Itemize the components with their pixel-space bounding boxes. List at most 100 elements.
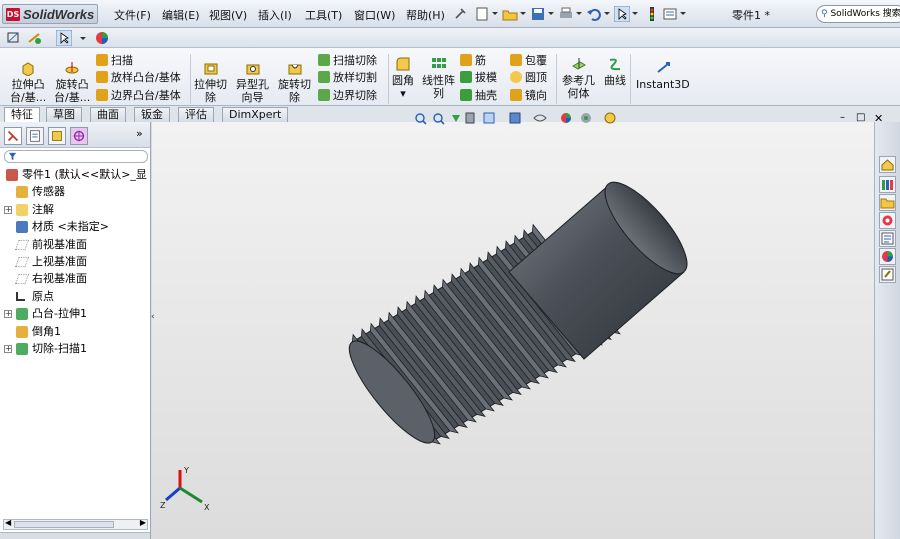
tree-item[interactable]: + 凸台-拉伸1	[2, 305, 150, 322]
rebuild-icon[interactable]	[644, 6, 660, 22]
dome-button[interactable]: 圆顶	[510, 70, 547, 86]
hide-show-items-icon[interactable]	[533, 114, 547, 122]
file-explorer-button[interactable]	[879, 194, 896, 211]
open-dropdown-icon[interactable]	[520, 12, 526, 15]
solidworks-logo[interactable]: DS SolidWorks	[2, 4, 98, 24]
smart-dimension-icon[interactable]	[26, 30, 42, 46]
feature-manager-tab-icon[interactable]	[4, 127, 22, 145]
revolve-cut-button[interactable]: 旋转切 除	[278, 60, 311, 104]
tree-item[interactable]: 倒角1	[2, 323, 150, 340]
loft-cut-button[interactable]: 放样切割	[318, 70, 377, 86]
curves-button[interactable]: 曲线	[604, 56, 626, 87]
extrude-cut-icon	[204, 63, 217, 75]
previous-view-icon[interactable]	[452, 115, 460, 122]
menu-view[interactable]: 视图(V)	[209, 7, 247, 23]
tree-item[interactable]: 原点	[2, 288, 150, 305]
sketch-icon[interactable]	[6, 30, 22, 46]
menu-window[interactable]: 窗口(W)	[354, 7, 395, 23]
configuration-manager-tab-icon[interactable]	[48, 127, 66, 145]
tab-evaluate[interactable]: 评估	[178, 107, 214, 122]
tab-dimxpert[interactable]: DimXpert	[222, 107, 289, 122]
expand-toggle-icon[interactable]: +	[4, 205, 12, 214]
search-icon: ⚲	[821, 9, 828, 19]
fillet-button[interactable]: 圆角 ▾	[392, 56, 414, 100]
scroll-left-icon[interactable]: ◀	[5, 518, 11, 527]
tree-item[interactable]: 前视基准面	[2, 236, 150, 253]
revolve-boss-button[interactable]: 旋转凸 台/基...	[54, 60, 90, 104]
tree-item[interactable]: 零件1 (默认<<默认>_显	[2, 166, 150, 183]
tree-item[interactable]: + 注解	[2, 201, 150, 218]
options-dropdown-icon[interactable]	[680, 12, 686, 15]
menu-file[interactable]: 文件(F)	[114, 7, 151, 23]
menu-tools[interactable]: 工具(T)	[305, 7, 342, 23]
graphics-area[interactable]: – □ ✕ ‹ Y Z X	[151, 112, 883, 539]
print-icon[interactable]	[558, 6, 574, 22]
tree-item[interactable]: 右视基准面	[2, 270, 150, 287]
sweep-cut-button[interactable]: 扫描切除	[318, 53, 377, 69]
scrollbar-thumb[interactable]	[14, 521, 114, 528]
search-results-button[interactable]	[879, 212, 896, 229]
extrude-boss-button[interactable]: 拉伸凸 台/基...	[10, 60, 46, 104]
property-manager-tab-icon[interactable]	[26, 127, 44, 145]
tree-filter-input[interactable]	[4, 150, 148, 163]
wrap-label: 包覆	[525, 54, 547, 67]
tab-features[interactable]: 特征	[4, 107, 40, 122]
menu-insert[interactable]: 插入(I)	[258, 7, 292, 23]
shell-button[interactable]: 抽壳	[460, 88, 497, 104]
hole-wizard-button[interactable]: 异型孔 向导	[236, 60, 269, 104]
expand-toggle-icon[interactable]: +	[4, 344, 12, 353]
solidworks-resources-button[interactable]	[879, 156, 896, 173]
tab-sheet-metal[interactable]: 钣金	[134, 107, 170, 122]
wrap-button[interactable]: 包覆	[510, 53, 547, 69]
tab-surfaces[interactable]: 曲面	[90, 107, 126, 122]
linear-pattern-button[interactable]: 线性阵 列	[422, 56, 455, 100]
new-document-icon[interactable]	[474, 6, 490, 22]
search-input[interactable]: ⚲ SolidWorks 搜索	[816, 5, 900, 23]
expand-panel-icon[interactable]: »	[136, 127, 143, 140]
appearances-icon	[882, 251, 893, 262]
select-tool-dropdown-icon[interactable]	[80, 37, 86, 40]
threaded-shaft-model[interactable]	[152, 122, 874, 539]
new-dropdown-icon[interactable]	[492, 12, 498, 15]
save-icon[interactable]	[530, 6, 546, 22]
sweep-button[interactable]: 扫描	[96, 53, 133, 69]
design-library-button[interactable]	[879, 176, 896, 193]
fillet-dropdown-icon[interactable]: ▾	[400, 87, 406, 100]
horizontal-scrollbar[interactable]: ◀ ▶	[3, 518, 148, 530]
document-title: 零件1 *	[732, 9, 770, 22]
custom-properties-button[interactable]	[879, 266, 896, 283]
loft-boss-button[interactable]: 放样凸台/基体	[96, 70, 181, 86]
appearance-icon[interactable]	[94, 30, 110, 46]
rib-button[interactable]: 筋	[460, 53, 486, 69]
appearances-button[interactable]	[879, 248, 896, 265]
scroll-right-icon[interactable]: ▶	[140, 518, 146, 527]
mirror-button[interactable]: 镜向	[510, 88, 547, 104]
pin-icon[interactable]	[452, 6, 468, 22]
select-dropdown-icon[interactable]	[632, 12, 638, 15]
reference-geometry-button[interactable]: 参考几 何体	[562, 56, 595, 100]
menu-help[interactable]: 帮助(H)	[406, 7, 445, 23]
undo-icon[interactable]	[586, 6, 602, 22]
select-cursor-icon[interactable]	[614, 6, 630, 22]
expand-toggle-icon[interactable]: +	[4, 310, 12, 319]
save-dropdown-icon[interactable]	[548, 12, 554, 15]
select-tool-icon[interactable]	[56, 30, 72, 46]
options-icon[interactable]	[662, 6, 678, 22]
menu-edit[interactable]: 编辑(E)	[162, 7, 200, 23]
extrude-cut-button[interactable]: 拉伸切 除	[194, 60, 227, 104]
boundary-boss-button[interactable]: 边界凸台/基体	[96, 88, 181, 104]
dimxpert-manager-tab-icon[interactable]	[70, 127, 88, 145]
open-folder-icon[interactable]	[502, 6, 518, 22]
boundary-cut-button[interactable]: 边界切除	[318, 88, 377, 104]
undo-dropdown-icon[interactable]	[604, 12, 610, 15]
draft-button[interactable]: 拔模	[460, 70, 497, 86]
tab-sketch[interactable]: 草图	[46, 107, 82, 122]
instant3d-button[interactable]: Instant3D	[636, 60, 690, 91]
view-palette-button[interactable]	[879, 230, 896, 247]
tree-item[interactable]: 上视基准面	[2, 253, 150, 270]
tree-item[interactable]: 传感器	[2, 183, 150, 200]
sweep-cut-icon	[318, 54, 330, 66]
print-dropdown-icon[interactable]	[576, 12, 582, 15]
tree-item[interactable]: 材质 <未指定>	[2, 218, 150, 235]
tree-item[interactable]: + 切除-扫描1	[2, 340, 150, 357]
